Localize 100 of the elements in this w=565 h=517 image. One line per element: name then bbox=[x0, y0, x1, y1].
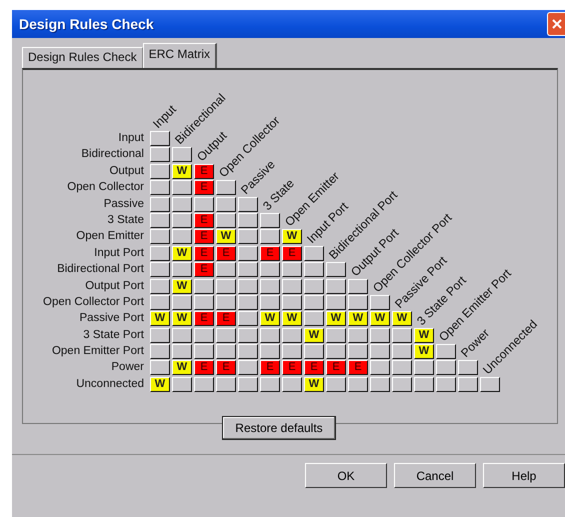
dialog-button[interactable]: Help bbox=[483, 463, 565, 488]
matrix-cell[interactable]: W bbox=[282, 311, 302, 326]
matrix-cell[interactable] bbox=[238, 376, 258, 392]
matrix-cell[interactable]: E bbox=[282, 246, 302, 261]
matrix-cell[interactable] bbox=[370, 294, 390, 310]
matrix-cell[interactable] bbox=[216, 328, 236, 343]
matrix-cell[interactable] bbox=[326, 294, 346, 310]
matrix-cell[interactable] bbox=[150, 180, 170, 196]
matrix-cell[interactable]: E bbox=[260, 246, 280, 261]
matrix-cell[interactable] bbox=[260, 212, 280, 228]
matrix-cell[interactable] bbox=[238, 246, 258, 261]
matrix-cell[interactable] bbox=[194, 328, 214, 343]
matrix-cell[interactable] bbox=[348, 344, 368, 360]
matrix-cell[interactable] bbox=[238, 262, 258, 278]
matrix-cell[interactable] bbox=[238, 229, 258, 244]
matrix-cell[interactable] bbox=[172, 147, 192, 162]
matrix-cell[interactable] bbox=[150, 278, 170, 294]
matrix-cell[interactable] bbox=[392, 328, 412, 343]
matrix-cell[interactable] bbox=[216, 344, 236, 360]
matrix-cell[interactable] bbox=[238, 328, 258, 343]
matrix-cell[interactable] bbox=[194, 278, 214, 294]
matrix-cell[interactable] bbox=[216, 376, 236, 392]
matrix-cell[interactable]: E bbox=[194, 311, 214, 326]
matrix-cell[interactable] bbox=[392, 360, 412, 376]
matrix-cell[interactable] bbox=[282, 262, 302, 278]
matrix-cell[interactable] bbox=[326, 376, 346, 392]
matrix-cell[interactable] bbox=[348, 376, 368, 392]
matrix-cell[interactable] bbox=[238, 360, 258, 376]
matrix-cell[interactable] bbox=[304, 278, 324, 294]
matrix-cell[interactable]: E bbox=[194, 212, 214, 228]
matrix-cell[interactable]: E bbox=[216, 360, 236, 376]
tab[interactable]: ERC Matrix bbox=[142, 43, 218, 68]
matrix-cell[interactable]: W bbox=[260, 311, 280, 326]
matrix-cell[interactable] bbox=[216, 196, 236, 212]
matrix-cell[interactable] bbox=[194, 294, 214, 310]
matrix-cell[interactable] bbox=[260, 262, 280, 278]
matrix-cell[interactable] bbox=[238, 311, 258, 326]
matrix-cell[interactable] bbox=[260, 278, 280, 294]
matrix-cell[interactable]: W bbox=[172, 360, 192, 376]
matrix-cell[interactable] bbox=[304, 344, 324, 360]
restore-defaults-button[interactable]: Restore defaults bbox=[222, 416, 336, 440]
matrix-cell[interactable]: W bbox=[392, 311, 412, 326]
matrix-cell[interactable]: E bbox=[194, 180, 214, 196]
matrix-cell[interactable] bbox=[172, 328, 192, 343]
matrix-cell[interactable] bbox=[326, 328, 346, 343]
matrix-cell[interactable] bbox=[348, 328, 368, 343]
matrix-cell[interactable] bbox=[414, 376, 434, 392]
matrix-cell[interactable]: W bbox=[304, 376, 324, 392]
matrix-cell[interactable] bbox=[150, 360, 170, 376]
matrix-cell[interactable] bbox=[150, 246, 170, 261]
matrix-cell[interactable] bbox=[238, 344, 258, 360]
matrix-cell[interactable] bbox=[150, 164, 170, 179]
matrix-cell[interactable] bbox=[216, 278, 236, 294]
close-button[interactable] bbox=[547, 12, 565, 36]
matrix-cell[interactable] bbox=[260, 376, 280, 392]
matrix-cell[interactable] bbox=[326, 344, 346, 360]
matrix-cell[interactable] bbox=[172, 344, 192, 360]
matrix-cell[interactable] bbox=[150, 262, 170, 278]
matrix-cell[interactable] bbox=[260, 328, 280, 343]
matrix-cell[interactable] bbox=[458, 376, 478, 392]
matrix-cell[interactable]: E bbox=[282, 360, 302, 376]
matrix-cell[interactable]: E bbox=[304, 360, 324, 376]
matrix-cell[interactable]: W bbox=[216, 229, 236, 244]
matrix-cell[interactable] bbox=[436, 360, 456, 376]
matrix-cell[interactable]: E bbox=[260, 360, 280, 376]
matrix-cell[interactable] bbox=[150, 344, 170, 360]
matrix-cell[interactable] bbox=[392, 376, 412, 392]
matrix-cell[interactable] bbox=[436, 344, 456, 360]
matrix-cell[interactable] bbox=[392, 344, 412, 360]
matrix-cell[interactable]: W bbox=[172, 164, 192, 179]
matrix-cell[interactable] bbox=[150, 147, 170, 162]
tab[interactable]: Design Rules Check bbox=[22, 47, 143, 68]
matrix-cell[interactable] bbox=[150, 131, 170, 146]
matrix-cell[interactable] bbox=[304, 262, 324, 278]
matrix-cell[interactable] bbox=[194, 376, 214, 392]
matrix-cell[interactable] bbox=[282, 294, 302, 310]
matrix-cell[interactable] bbox=[282, 278, 302, 294]
matrix-cell[interactable]: W bbox=[150, 376, 170, 392]
matrix-cell[interactable] bbox=[172, 196, 192, 212]
matrix-cell[interactable] bbox=[282, 344, 302, 360]
matrix-cell[interactable] bbox=[172, 180, 192, 196]
matrix-cell[interactable]: E bbox=[194, 360, 214, 376]
matrix-cell[interactable] bbox=[238, 196, 258, 212]
matrix-cell[interactable] bbox=[172, 376, 192, 392]
matrix-cell[interactable]: E bbox=[348, 360, 368, 376]
matrix-cell[interactable] bbox=[458, 360, 478, 376]
matrix-cell[interactable]: W bbox=[414, 344, 434, 360]
matrix-cell[interactable] bbox=[326, 262, 346, 278]
matrix-cell[interactable]: E bbox=[216, 311, 236, 326]
matrix-cell[interactable] bbox=[216, 262, 236, 278]
matrix-cell[interactable] bbox=[348, 278, 368, 294]
matrix-cell[interactable] bbox=[370, 376, 390, 392]
matrix-cell[interactable] bbox=[260, 229, 280, 244]
matrix-cell[interactable] bbox=[370, 328, 390, 343]
matrix-cell[interactable] bbox=[238, 212, 258, 228]
matrix-cell[interactable]: W bbox=[304, 328, 324, 343]
matrix-cell[interactable] bbox=[172, 294, 192, 310]
matrix-cell[interactable]: E bbox=[194, 229, 214, 244]
matrix-cell[interactable] bbox=[370, 344, 390, 360]
matrix-cell[interactable] bbox=[150, 328, 170, 343]
